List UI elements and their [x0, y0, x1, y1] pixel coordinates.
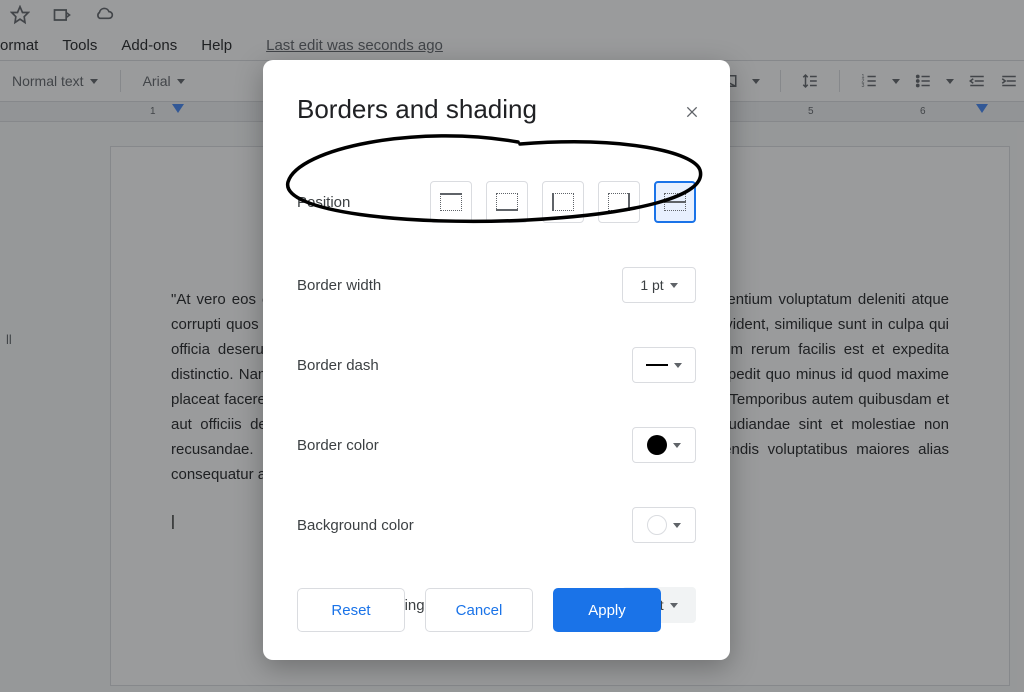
cancel-button[interactable]: Cancel — [425, 588, 533, 632]
close-button[interactable] — [680, 100, 704, 124]
position-left[interactable] — [542, 181, 584, 223]
chevron-down-icon — [670, 283, 678, 288]
swatch-white-icon — [647, 515, 667, 535]
border-width-value: 1 pt — [640, 277, 663, 293]
swatch-black-icon — [647, 435, 667, 455]
app: { "menubar": { "format": "ormat", "tools… — [0, 0, 1024, 692]
chevron-down-icon — [673, 443, 681, 448]
dialog-footer: Reset Cancel Apply — [297, 588, 696, 632]
border-color-label: Border color — [297, 437, 379, 454]
border-color-dropdown[interactable] — [632, 427, 696, 463]
reset-button[interactable]: Reset — [297, 588, 405, 632]
position-group — [430, 181, 696, 223]
dialog-title: Borders and shading — [297, 94, 696, 125]
border-dash-label: Border dash — [297, 357, 379, 374]
position-top[interactable] — [430, 181, 472, 223]
background-color-dropdown[interactable] — [632, 507, 696, 543]
position-right[interactable] — [598, 181, 640, 223]
background-color-label: Background color — [297, 517, 414, 534]
apply-button[interactable]: Apply — [553, 588, 661, 632]
dash-solid-icon — [646, 364, 668, 366]
border-width-dropdown[interactable]: 1 pt — [622, 267, 696, 303]
position-label: Position — [297, 194, 350, 211]
border-dash-dropdown[interactable] — [632, 347, 696, 383]
chevron-down-icon — [673, 523, 681, 528]
border-width-label: Border width — [297, 277, 381, 294]
position-between[interactable] — [654, 181, 696, 223]
borders-shading-dialog: Borders and shading Position Border widt… — [263, 60, 730, 660]
position-bottom[interactable] — [486, 181, 528, 223]
chevron-down-icon — [674, 363, 682, 368]
